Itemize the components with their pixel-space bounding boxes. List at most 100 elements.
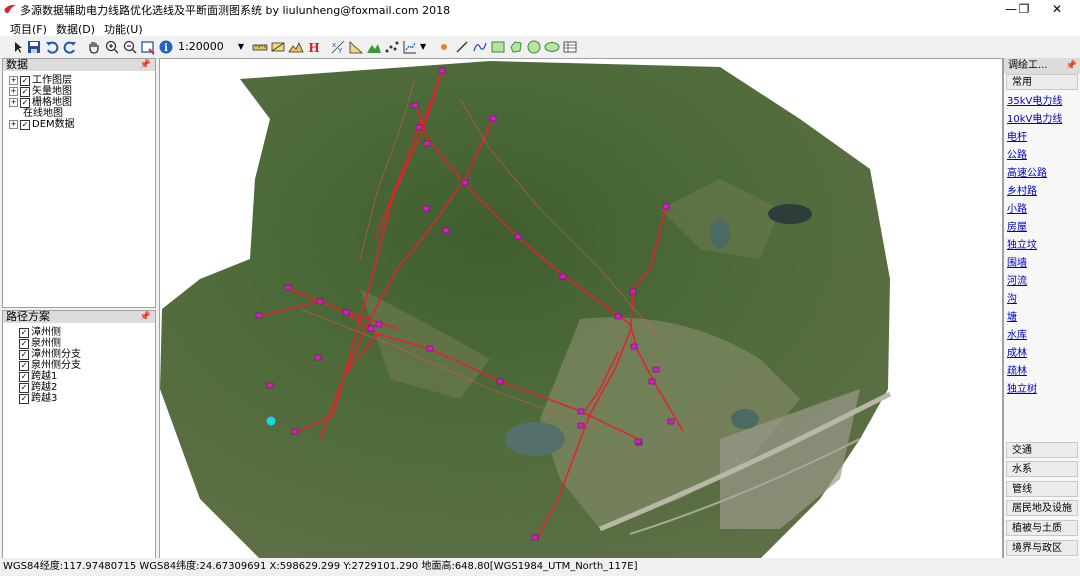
app-logo-icon (4, 4, 16, 13)
route-item[interactable]: ✓ 漳州侧 (19, 327, 61, 338)
svg-text:Y: Y (337, 47, 343, 55)
tab-water[interactable]: 水系 (1006, 461, 1078, 477)
data-panel-title: 数据 (6, 58, 28, 71)
svg-text:H: H (308, 41, 319, 55)
link-reservoir[interactable]: 水库 (1007, 326, 1027, 341)
scale-value: 1:20000 (178, 40, 224, 53)
link-pond[interactable]: 塘 (1007, 308, 1017, 323)
expand-icon[interactable]: + (9, 87, 18, 96)
toolbar: i 1:20000 ▼ H xY ▼ (0, 36, 1080, 59)
line-icon[interactable] (454, 39, 470, 55)
checkbox-icon[interactable]: ✓ (20, 87, 30, 97)
rectangle-icon[interactable] (490, 39, 506, 55)
link-village-road[interactable]: 乡村路 (1007, 182, 1037, 197)
info-icon[interactable]: i (158, 39, 174, 55)
link-highway[interactable]: 高速公路 (1007, 164, 1047, 179)
profile-icon[interactable] (288, 39, 304, 55)
map-view[interactable] (159, 58, 1003, 560)
expand-icon[interactable]: + (9, 76, 18, 85)
dot-icon[interactable] (436, 39, 452, 55)
route-item[interactable]: ✓ 漳州侧分支 (19, 349, 81, 360)
link-road[interactable]: 公路 (1007, 146, 1027, 161)
link-ditch[interactable]: 沟 (1007, 290, 1017, 305)
checkbox-icon[interactable]: ✓ (19, 361, 29, 371)
redo-icon[interactable] (62, 39, 78, 55)
section-icon[interactable]: H (306, 39, 322, 55)
save-icon[interactable] (26, 39, 42, 55)
reservoir (768, 204, 812, 224)
pointer-icon[interactable] (10, 39, 26, 55)
menu-data[interactable]: 数据(D) (56, 21, 95, 37)
slope-icon[interactable] (348, 39, 364, 55)
chart-icon[interactable] (402, 39, 418, 55)
circle-icon[interactable] (526, 39, 542, 55)
tab-vegetation[interactable]: 植被与土质 (1006, 520, 1078, 536)
checkbox-icon[interactable]: ✓ (19, 383, 29, 393)
ellipse-icon[interactable] (544, 39, 560, 55)
tab-boundary[interactable]: 境界与政区 (1006, 540, 1078, 556)
survey-panel-header: 调绘工... 📌 (1004, 58, 1080, 74)
route-item[interactable]: ✓ 跨越3 (19, 393, 57, 404)
map-canvas[interactable] (160, 59, 1002, 559)
full-extent-icon[interactable] (140, 39, 156, 55)
link-house[interactable]: 房屋 (1007, 218, 1027, 233)
link-path[interactable]: 小路 (1007, 200, 1027, 215)
xy-coordinate-icon[interactable]: xY (330, 39, 346, 55)
route-item[interactable]: ✓ 泉州侧分支 (19, 360, 81, 371)
route-item[interactable]: ✓ 泉州侧 (19, 338, 61, 349)
checkbox-icon[interactable]: ✓ (19, 394, 29, 404)
pin-icon[interactable]: 📌 (140, 311, 151, 323)
checkbox-icon[interactable]: ✓ (19, 339, 29, 349)
points-icon[interactable] (384, 39, 400, 55)
tree-item-online-map[interactable]: 在线地图 (23, 108, 63, 119)
terrain-icon[interactable] (366, 39, 382, 55)
link-river[interactable]: 河流 (1007, 272, 1027, 287)
expand-icon[interactable]: + (9, 120, 18, 129)
link-wall[interactable]: 围墙 (1007, 254, 1027, 269)
link-35kv-line[interactable]: 35kV电力线 (1007, 92, 1062, 107)
survey-tools-panel: 调绘工... 📌 常用 35kV电力线 10kV电力线 电杆 公路 高速公路 乡… (1003, 58, 1080, 558)
menu-project[interactable]: 项目(F) (10, 21, 47, 37)
zoom-out-icon[interactable] (122, 39, 138, 55)
link-grave[interactable]: 独立坟 (1007, 236, 1037, 251)
expand-icon[interactable]: + (9, 98, 18, 107)
checkbox-icon[interactable]: ✓ (20, 120, 30, 130)
checkbox-icon[interactable]: ✓ (20, 98, 30, 108)
link-10kv-line[interactable]: 10kV电力线 (1007, 110, 1062, 125)
link-pole[interactable]: 电杆 (1007, 128, 1027, 143)
curve-icon[interactable] (472, 39, 488, 55)
route-item[interactable]: ✓ 跨越2 (19, 382, 57, 393)
tree-item-raster-map[interactable]: + ✓ 栅格地图 (9, 97, 72, 108)
polygon-icon[interactable] (508, 39, 524, 55)
tree-item-vector-map[interactable]: + ✓ 矢量地图 (9, 86, 72, 97)
link-forest[interactable]: 成林 (1007, 344, 1027, 359)
link-sparse-forest[interactable]: 疏林 (1007, 362, 1027, 377)
chart-dropdown-icon[interactable]: ▼ (420, 39, 436, 55)
measure-ruler-icon[interactable] (252, 39, 268, 55)
measure-area-icon[interactable] (270, 39, 286, 55)
link-single-tree[interactable]: 独立树 (1007, 380, 1037, 395)
pin-icon[interactable]: 📌 (140, 59, 151, 71)
table-icon[interactable] (562, 39, 578, 55)
checkbox-icon[interactable]: ✓ (20, 76, 30, 86)
pan-hand-icon[interactable] (86, 39, 102, 55)
scale-select[interactable]: 1:20000 ▼ (176, 39, 246, 54)
tree-item-work-layer[interactable]: + ✓ 工作图层 (9, 75, 72, 86)
tab-common[interactable]: 常用 (1006, 74, 1078, 90)
checkbox-icon[interactable]: ✓ (19, 328, 29, 338)
tree-item-dem-data[interactable]: + ✓ DEM数据 (9, 119, 75, 130)
tab-residential[interactable]: 居民地及设施 (1006, 500, 1078, 516)
menu-function[interactable]: 功能(U) (104, 21, 143, 37)
close-button[interactable]: ✕ (1034, 0, 1080, 18)
checkbox-icon[interactable]: ✓ (19, 372, 29, 382)
title-bar: 多源数据辅助电力线路优化选线及平断面测图系统 by liulunheng@fox… (0, 0, 1080, 18)
tab-pipeline[interactable]: 管线 (1006, 481, 1078, 497)
route-panel-header: 路径方案 📌 (3, 311, 155, 323)
checkbox-icon[interactable]: ✓ (19, 350, 29, 360)
pin-icon[interactable]: 📌 (1066, 58, 1077, 74)
zoom-in-icon[interactable] (104, 39, 120, 55)
route-item[interactable]: ✓ 跨越1 (19, 371, 57, 382)
undo-icon[interactable] (44, 39, 60, 55)
menu-bar: 项目(F) 数据(D) 功能(U) (0, 18, 1080, 36)
tab-transport[interactable]: 交通 (1006, 442, 1078, 458)
